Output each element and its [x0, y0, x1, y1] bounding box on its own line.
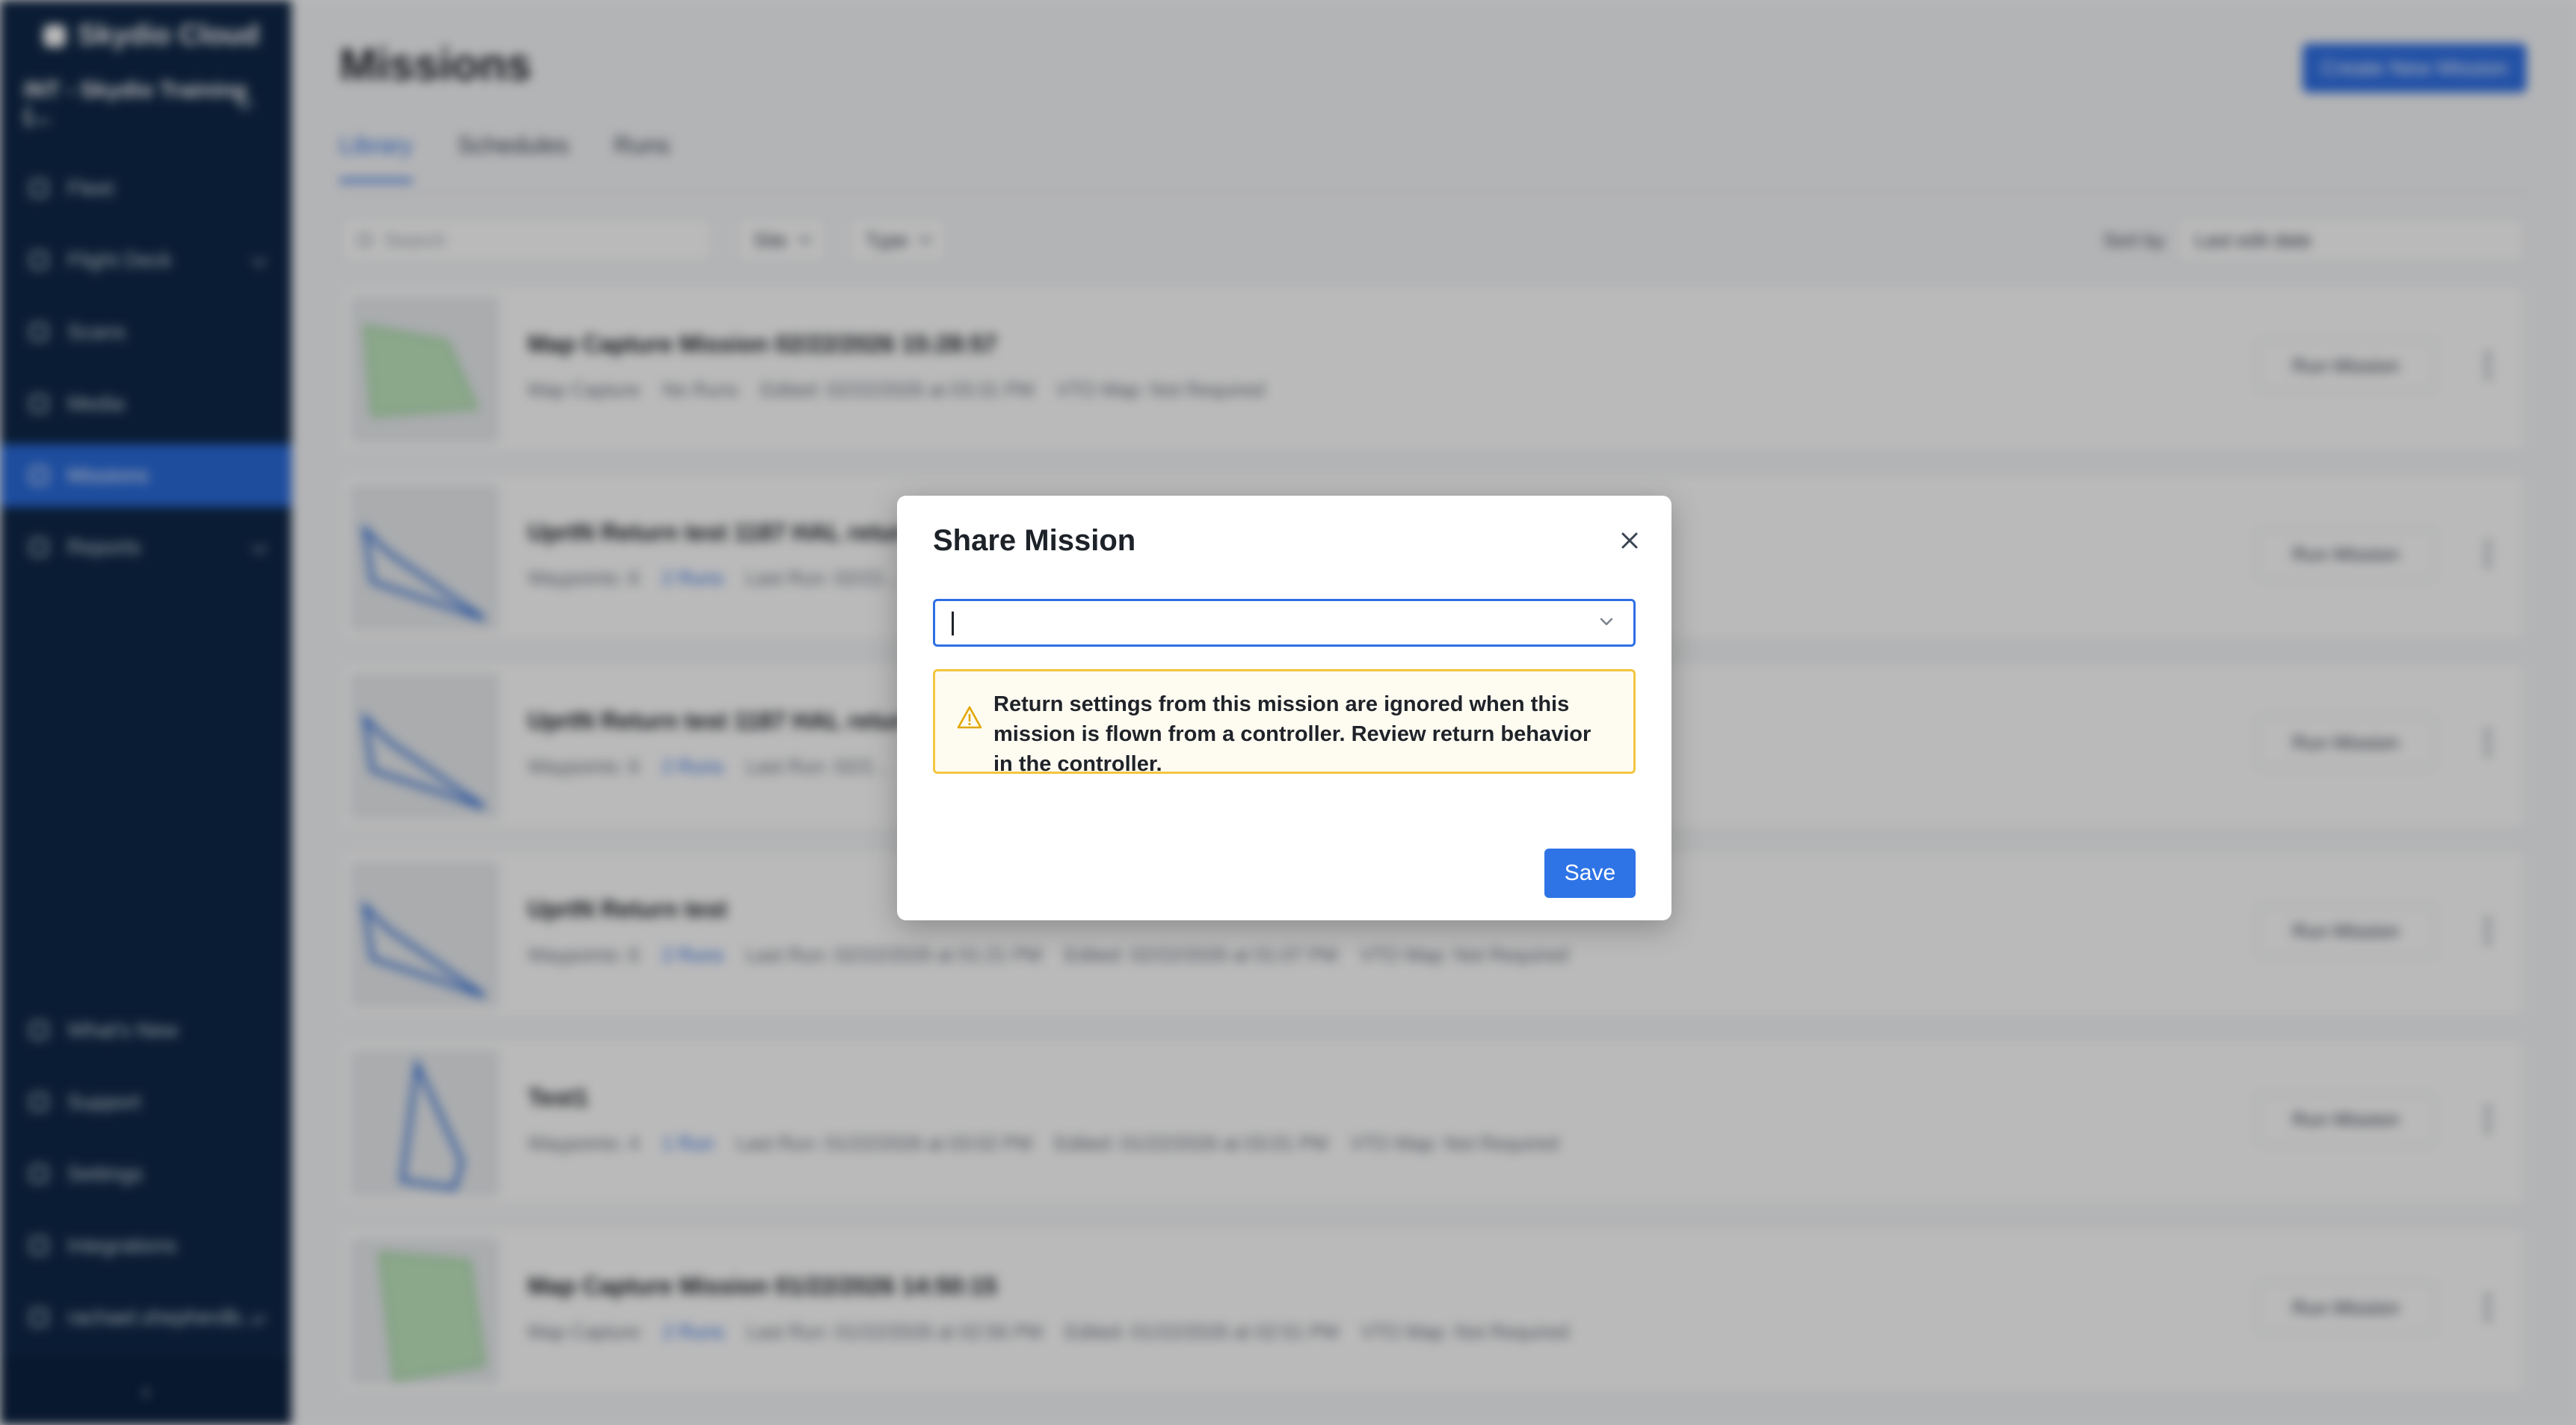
share-recipient-select[interactable] — [933, 599, 1636, 647]
chevron-down-icon[interactable] — [1596, 612, 1617, 633]
text-cursor — [952, 612, 954, 635]
warning-message: Return settings from this mission are ig… — [993, 692, 1591, 776]
close-icon — [1621, 532, 1638, 549]
share-recipient-input[interactable] — [935, 601, 1593, 644]
close-button[interactable] — [1615, 526, 1645, 555]
warning-icon — [956, 704, 983, 731]
save-button[interactable]: Save — [1544, 849, 1636, 898]
dialog-title: Share Mission — [933, 524, 1136, 557]
share-mission-dialog: Share Mission Return settings from this … — [897, 496, 1671, 920]
warning-alert: Return settings from this mission are ig… — [933, 669, 1636, 776]
